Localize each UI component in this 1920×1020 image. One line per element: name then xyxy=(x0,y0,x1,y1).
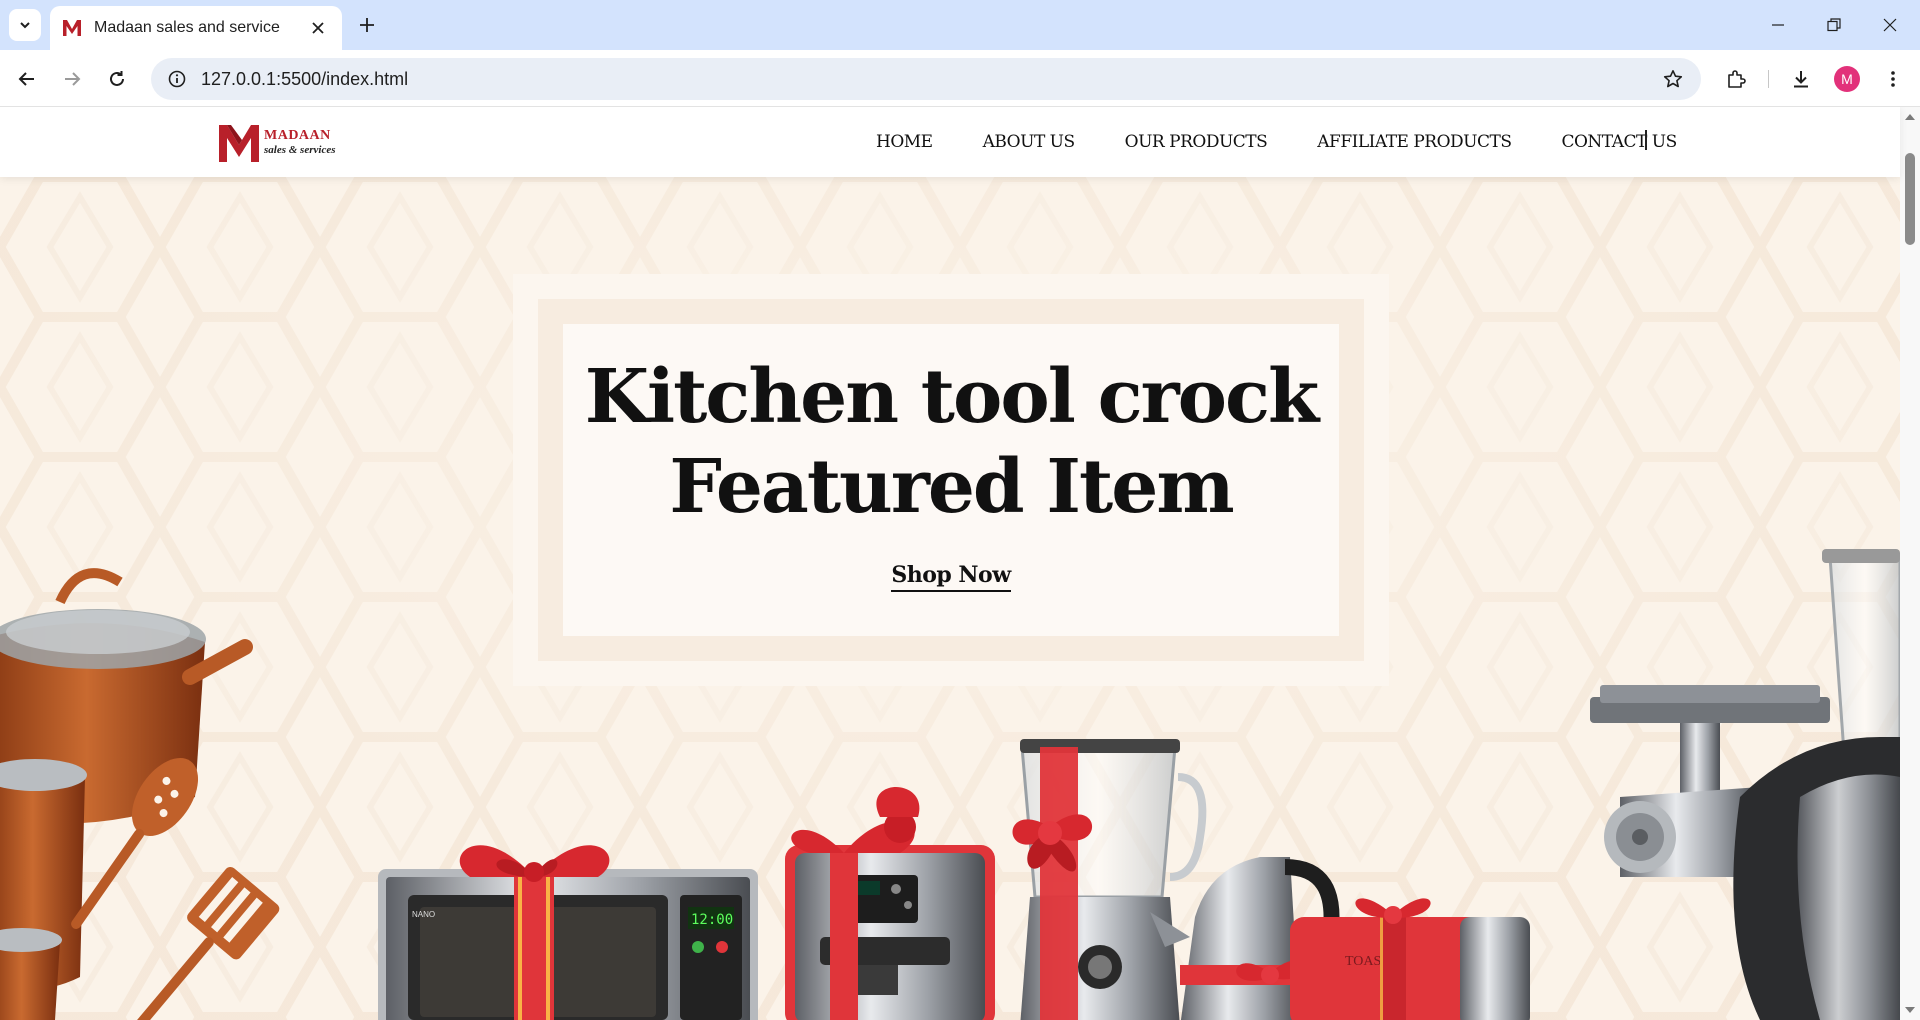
bookmark-star-icon[interactable] xyxy=(1659,65,1687,93)
reload-icon xyxy=(110,71,124,86)
forward-button[interactable] xyxy=(55,62,89,96)
new-tab-button[interactable] xyxy=(351,9,383,41)
browser-toolbar: 127.0.0.1:5500/index.html M xyxy=(0,50,1920,107)
logo-text: MADAAN sales & services xyxy=(264,127,336,156)
downloads-button[interactable] xyxy=(1784,62,1818,96)
nav-divider xyxy=(1645,130,1647,150)
restore-button[interactable] xyxy=(1806,0,1862,50)
svg-text:NANO: NANO xyxy=(412,910,435,919)
nav-affiliate-products[interactable]: AFFILIATE PRODUCTS xyxy=(1317,132,1512,152)
close-icon xyxy=(1883,18,1897,32)
nav-contact-us[interactable]: CONTACT US xyxy=(1561,132,1677,152)
browser-tab-active[interactable]: Madaan sales and service xyxy=(50,6,342,50)
chevron-down-icon xyxy=(20,22,30,29)
scrollbar-thumb[interactable] xyxy=(1905,153,1915,245)
plus-icon xyxy=(360,18,374,32)
featured-panel-outer: Kitchen tool crock Featured Item Shop No… xyxy=(513,274,1389,686)
kebab-menu-icon xyxy=(1891,71,1895,87)
profile-avatar[interactable]: M xyxy=(1834,66,1860,92)
logo-name: MADAAN xyxy=(264,127,331,143)
page-scrollbar[interactable] xyxy=(1900,107,1920,1020)
minimize-icon xyxy=(1772,24,1784,26)
nav-home[interactable]: HOME xyxy=(876,132,933,152)
site-favicon-icon xyxy=(62,18,82,38)
arrow-right-icon xyxy=(65,72,81,86)
hero-title-line-1: Kitchen tool crock xyxy=(584,354,1320,440)
url-text[interactable]: 127.0.0.1:5500/index.html xyxy=(201,69,1659,90)
logo-tagline: sales & services xyxy=(264,143,336,156)
tab-close-icon[interactable] xyxy=(306,16,330,40)
microwave-illustration: NANO 12:00 xyxy=(378,845,758,1020)
hero-title-line-2: Featured Item xyxy=(669,444,1234,530)
puzzle-icon xyxy=(1728,70,1746,88)
tab-title: Madaan sales and service xyxy=(94,19,280,36)
main-nav: HOME ABOUT US OUR PRODUCTS AFFILIATE PRO… xyxy=(876,107,1727,177)
scroll-up-arrow-icon[interactable] xyxy=(1904,111,1916,123)
svg-text:12:00: 12:00 xyxy=(691,912,733,928)
site-logo[interactable]: MADAAN sales & services xyxy=(218,121,335,163)
close-window-button[interactable] xyxy=(1862,0,1918,50)
madaan-logo-icon xyxy=(219,125,259,162)
browser-tabstrip: Madaan sales and service xyxy=(0,0,1920,50)
arrow-left-icon xyxy=(18,72,34,86)
hero-banner: NANO 12:00 TOAST Kitchen tool crock Feat… xyxy=(0,177,1900,1020)
nav-our-products[interactable]: OUR PRODUCTS xyxy=(1125,132,1268,152)
featured-panel-border: Kitchen tool crock Featured Item Shop No… xyxy=(538,299,1364,661)
address-bar[interactable]: 127.0.0.1:5500/index.html xyxy=(151,58,1701,100)
reload-button[interactable] xyxy=(100,62,134,96)
extensions-button[interactable] xyxy=(1719,62,1753,96)
restore-icon xyxy=(1827,18,1841,32)
tab-search-button[interactable] xyxy=(9,9,41,41)
shop-now-link[interactable]: Shop Now xyxy=(891,562,1011,592)
minimize-button[interactable] xyxy=(1750,0,1806,50)
site-info-icon[interactable] xyxy=(165,67,189,91)
site-header: MADAAN sales & services HOME ABOUT US OU… xyxy=(0,107,1900,177)
nav-about-us[interactable]: ABOUT US xyxy=(983,132,1076,152)
page-viewport: MADAAN sales & services HOME ABOUT US OU… xyxy=(0,107,1920,1020)
toolbar-divider xyxy=(1768,70,1769,88)
scroll-down-arrow-icon[interactable] xyxy=(1904,1004,1916,1016)
menu-button[interactable] xyxy=(1876,62,1910,96)
featured-panel: Kitchen tool crock Featured Item Shop No… xyxy=(563,324,1339,636)
hero-title: Kitchen tool crock Featured Item xyxy=(563,352,1339,532)
download-icon xyxy=(1794,71,1808,88)
back-button[interactable] xyxy=(10,62,44,96)
